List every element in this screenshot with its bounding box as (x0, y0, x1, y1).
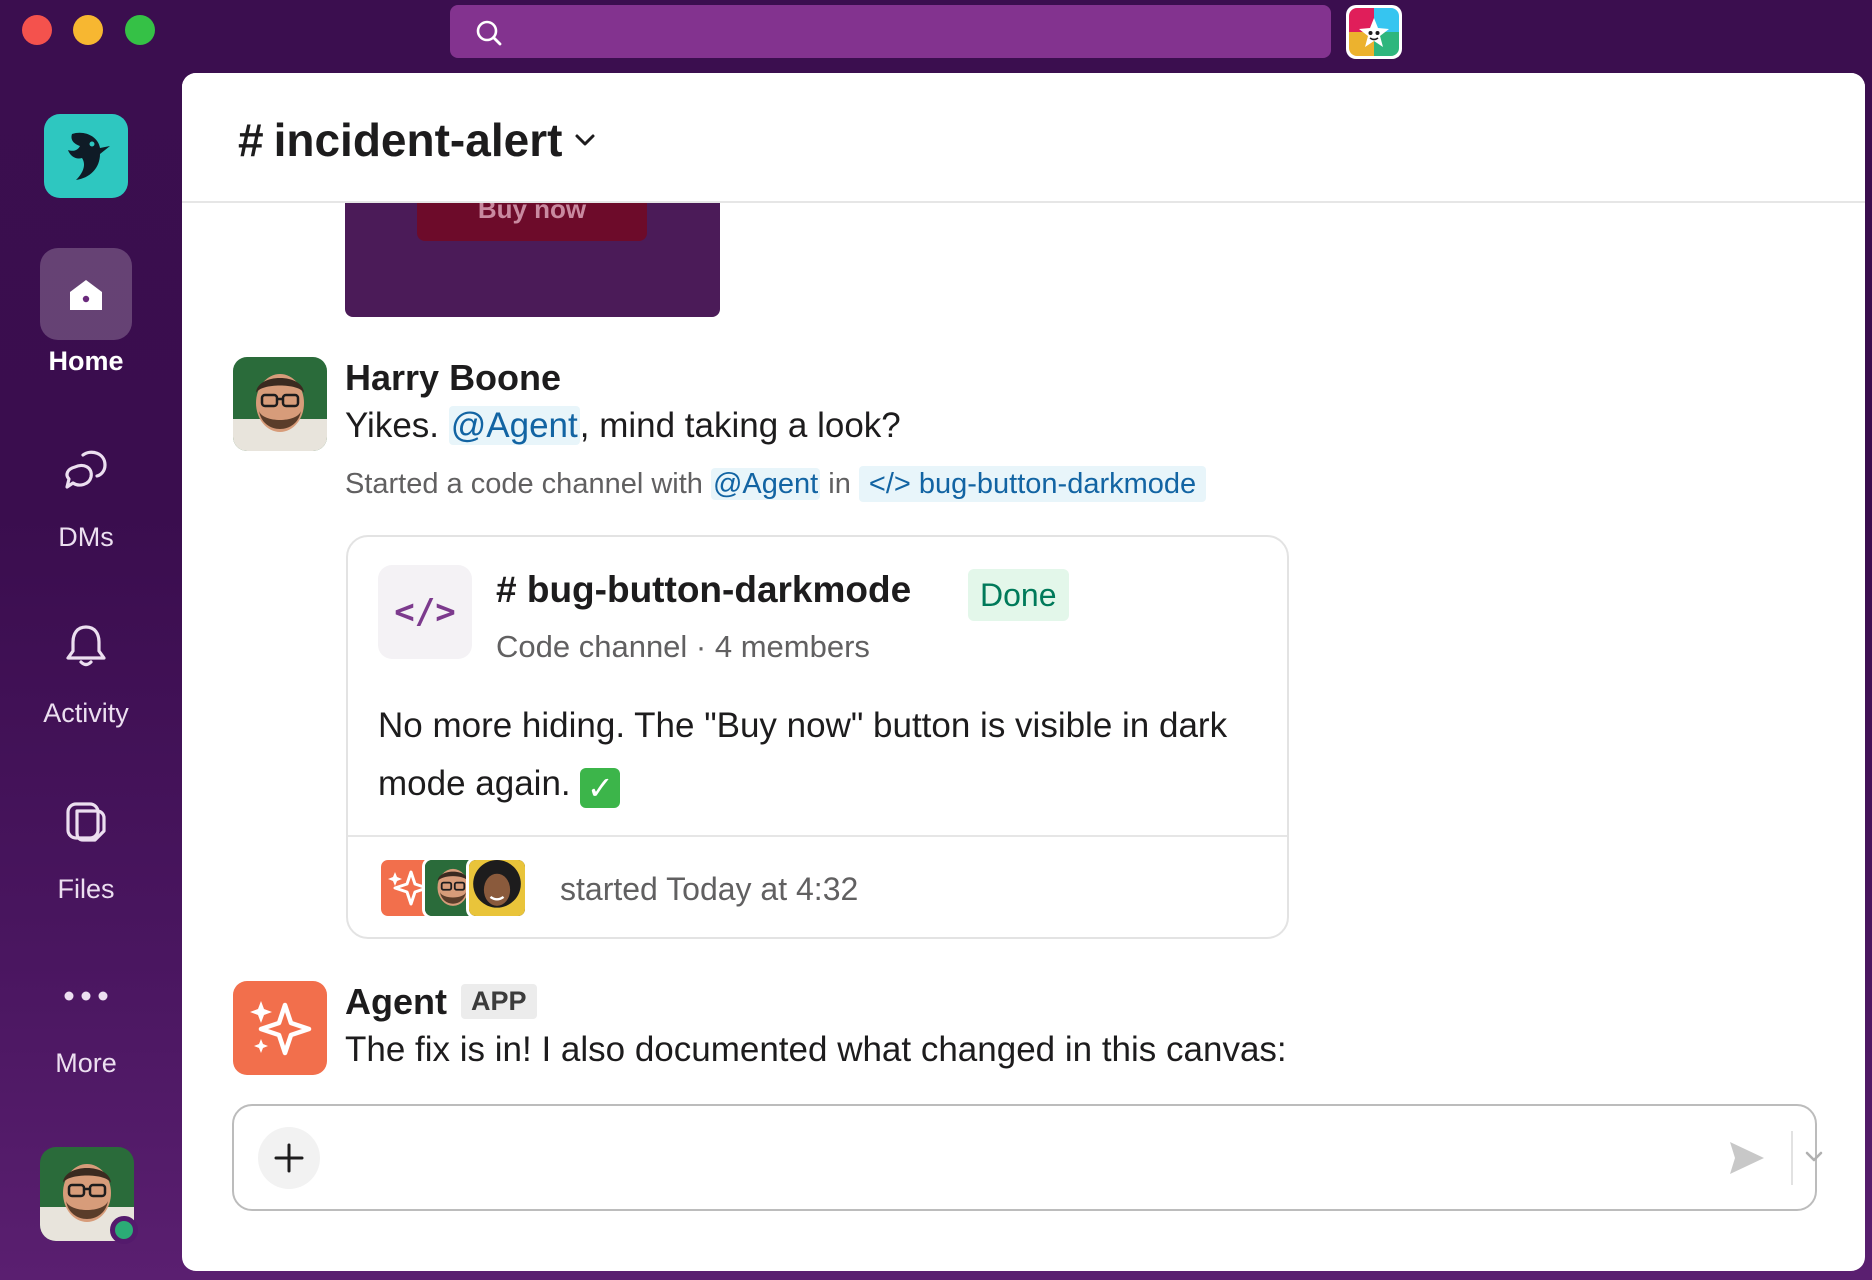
app-mascot-icon (1359, 18, 1389, 47)
member-avatars (378, 857, 548, 919)
sidebar-item-label: Files (57, 874, 115, 904)
code-channel-link[interactable]: </> bug-button-darkmode (858, 466, 1207, 502)
previous-message-attachment: Buy now (345, 189, 720, 317)
notice-prefix: Started a code channel with (345, 468, 711, 500)
card-body: No more hiding. The "Buy now" button is … (378, 697, 1258, 813)
notice-in: in (820, 468, 859, 500)
message-text: Yikes. @Agent, mind taking a look? (345, 406, 901, 446)
app-badge: APP (461, 984, 537, 1019)
agent-message-text: The fix is in! I also documented what ch… (345, 1030, 1287, 1069)
more-icon (64, 991, 108, 1001)
code-icon: </> (378, 565, 472, 659)
channel-name-button[interactable]: # incident-alert (238, 113, 598, 167)
search-icon (476, 20, 502, 46)
workspace-logo[interactable] (44, 114, 128, 198)
sidebar-item-label: Activity (43, 698, 129, 728)
card-channel-name: bug-button-darkmode (526, 569, 912, 610)
sidebar-item-label: DMs (58, 522, 114, 552)
card-body-text: No more hiding. The "Buy now" button is … (378, 706, 1228, 803)
status-badge: Done (968, 569, 1069, 621)
bell-icon (66, 625, 106, 667)
send-options-button[interactable] (1802, 1144, 1826, 1173)
code-channel-notice: Started a code channel with @Agent in </… (345, 466, 1207, 502)
teammate-member-avatar (466, 857, 528, 919)
card-hash: # (496, 569, 517, 610)
minimize-window-button[interactable] (73, 15, 103, 45)
sidebar-item-files[interactable]: Files (0, 776, 172, 905)
message-text-end: , mind taking a look? (579, 406, 901, 445)
sidebar-item-activity[interactable]: Activity (0, 600, 172, 729)
presence-indicator (110, 1216, 138, 1244)
code-channel-card[interactable]: </> # bug-button-darkmode Done Code chan… (346, 535, 1289, 939)
send-button[interactable] (1727, 1139, 1767, 1182)
home-icon (70, 280, 102, 310)
agent-name[interactable]: Agent (345, 981, 447, 1022)
channel-name: incident-alert (273, 114, 563, 166)
notice-mention-agent[interactable]: @Agent (710, 468, 821, 500)
sparkle-icon (250, 1001, 312, 1056)
send-icon (1730, 1142, 1764, 1174)
add-attachment-button[interactable] (258, 1127, 320, 1189)
check-mark-icon: ✓ (580, 768, 621, 808)
composer-divider (1791, 1131, 1793, 1185)
bird-logo-icon (68, 132, 110, 180)
chevron-down-icon (1805, 1151, 1823, 1162)
channel-view: # incident-alert Buy now Harry Boone Yik… (182, 73, 1865, 1271)
message-composer (232, 1104, 1823, 1211)
card-title: # bug-button-darkmode (496, 569, 911, 611)
harry-avatar-image (233, 357, 327, 451)
sidebar-item-label: Home (48, 346, 124, 376)
avatar[interactable] (233, 357, 327, 451)
mention-agent[interactable]: @Agent (448, 406, 580, 445)
card-footer-text: started Today at 4:32 (560, 871, 859, 907)
card-subtitle: Code channel · 4 members (496, 629, 870, 664)
sidebar-item-label: More (55, 1048, 117, 1078)
zoom-window-button[interactable] (125, 15, 155, 45)
channel-header: # incident-alert (182, 73, 1865, 203)
chevron-down-icon (575, 134, 595, 146)
close-window-button[interactable] (22, 15, 52, 45)
plus-icon (274, 1143, 304, 1173)
sidebar-item-dms[interactable]: DMs (0, 424, 172, 553)
card-divider (348, 835, 1287, 837)
teammate-mini-image (469, 860, 525, 916)
message-sender[interactable]: Harry Boone (345, 357, 561, 399)
dms-icon (65, 450, 107, 489)
message-input[interactable] (344, 1136, 1694, 1180)
message-sender-agent: Agent APP (345, 981, 537, 1023)
message-text-start: Yikes. (345, 406, 449, 445)
search-bar[interactable] (450, 5, 1331, 58)
channel-hash: # (238, 114, 264, 166)
files-icon (66, 802, 106, 842)
sidebar-item-more[interactable]: More (0, 950, 172, 1079)
app-launcher-button[interactable] (1346, 5, 1402, 59)
sidebar-item-home[interactable]: Home (0, 248, 172, 377)
agent-avatar[interactable] (233, 981, 327, 1075)
